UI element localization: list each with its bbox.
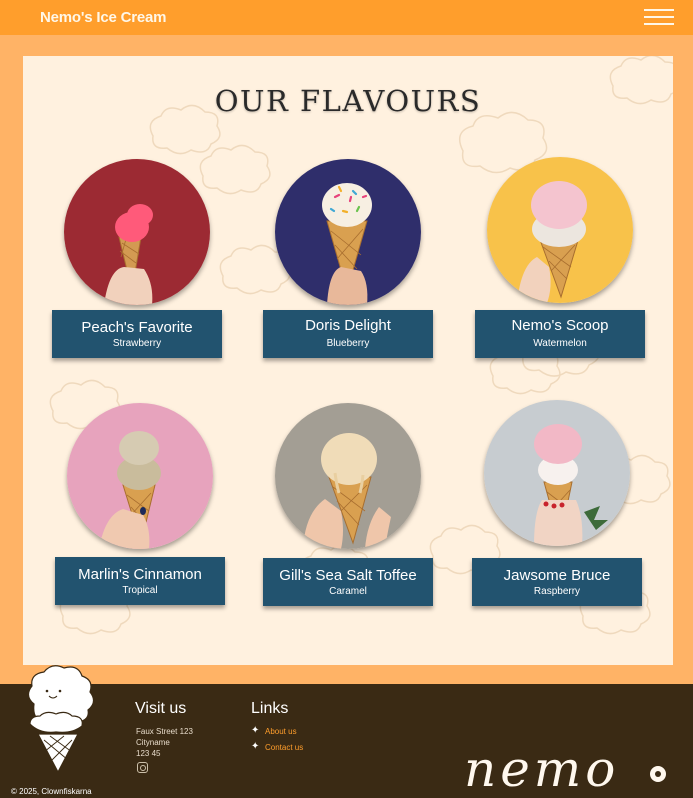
flavour-name: Marlin's Cinnamon [78, 566, 202, 583]
copyright-text: © 2025, Clownfiskarna [11, 787, 92, 796]
page-title: OUR FLAVOURS [214, 84, 482, 118]
flavour-type: Strawberry [112, 338, 162, 349]
flavour-type: Blueberry [326, 338, 370, 349]
about-us-link[interactable]: About us [265, 727, 297, 736]
svg-text:nemo: nemo [464, 742, 619, 794]
flavour-card[interactable]: Doris Delight Blueberry [263, 310, 433, 358]
sparkle-icon: ✦ [251, 741, 260, 752]
contact-us-link[interactable]: Contact us [265, 743, 303, 752]
flavour-name: Peach's Favorite [81, 319, 193, 336]
flavour-card[interactable]: Marlin's Cinnamon Tropical [55, 557, 225, 605]
nemo-logo: nemo [464, 742, 666, 794]
flavour-type: Raspberry [533, 586, 581, 597]
flavour-photo[interactable] [275, 403, 421, 549]
flavour-card[interactable]: Jawsome Bruce Raspberry [472, 558, 642, 606]
visit-us-heading: Visit us [135, 700, 187, 717]
flavour-photo[interactable] [484, 400, 630, 546]
flavours-panel: OUR FLAVOURS Peach's Favorite Strawberry [23, 56, 673, 665]
flavour-card[interactable]: Gill's Sea Salt Toffee Caramel [263, 558, 433, 606]
flavour-name: Gill's Sea Salt Toffee [279, 567, 417, 584]
flavour-photo[interactable] [67, 403, 213, 549]
flavour-name: Nemo's Scoop [511, 317, 609, 334]
hamburger-menu-icon[interactable] [644, 8, 674, 28]
address-line: 123 45 [136, 749, 161, 758]
instagram-icon[interactable] [137, 762, 148, 773]
flavour-type: Caramel [329, 586, 367, 597]
links-heading: Links [251, 700, 289, 717]
flavour-type: Tropical [122, 585, 158, 596]
site-footer: Visit us Faux Street 123 Cityname 123 45… [0, 665, 693, 798]
brand-name[interactable]: Nemo's Ice Cream [40, 9, 166, 26]
flavour-photo[interactable] [64, 159, 210, 305]
flavour-type: Watermelon [533, 338, 587, 349]
sparkle-icon: ✦ [251, 725, 260, 736]
ice-cream-mascot-icon [27, 665, 95, 774]
address-line: Cityname [136, 738, 170, 747]
flavour-card[interactable]: Peach's Favorite Strawberry [52, 310, 222, 358]
flavour-photo[interactable] [487, 157, 633, 303]
flavour-name: Jawsome Bruce [503, 567, 611, 584]
top-navbar: Nemo's Ice Cream [0, 0, 693, 35]
address-line: Faux Street 123 [136, 727, 193, 736]
flavour-name: Doris Delight [305, 317, 391, 334]
flavour-card[interactable]: Nemo's Scoop Watermelon [475, 310, 645, 358]
flavour-photo[interactable] [275, 159, 421, 305]
